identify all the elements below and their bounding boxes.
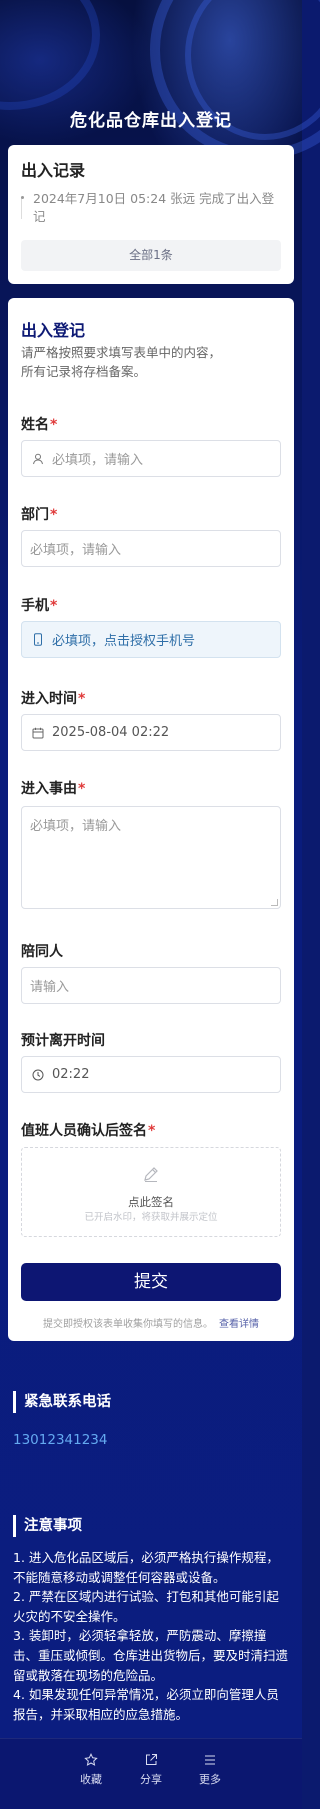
name-input[interactable]: 必填项，请输入 [21,440,281,477]
phone-label: 手机* [21,598,58,614]
notice-item: 1. 进入危化品区域后，必须严格执行操作规程，不能随意移动或调整任何容器或设备。 [13,1550,279,1585]
share-icon [146,1754,157,1765]
reason-textarea[interactable]: 必填项，请输入 [21,806,281,909]
entry-time-label: 进入时间* [21,691,86,707]
signature-pad[interactable]: 点此签名 已开启水印，将获取并展示定位 [21,1147,281,1237]
record-item: 2024年7月10日 05:24 张远 完成了出入登记 [33,191,275,224]
resize-handle[interactable] [271,899,278,906]
menu-icon [205,1755,215,1765]
record-timeline [21,197,22,219]
pen-icon [142,1165,160,1187]
record-dot [21,196,24,199]
all-records-button[interactable]: 全部1条 [21,240,281,271]
signature-hint: 已开启水印，将获取并展示定位 [84,1212,218,1223]
name-label: 姓名* [21,417,58,433]
records-card: 出入记录 2024年7月10日 05:24 张远 完成了出入登记 全部1条 [8,145,294,284]
department-label: 部门* [21,507,58,523]
entry-time-picker[interactable]: 2025-08-04 02:22 [21,714,281,751]
tab-favorite[interactable]: 收藏 [61,1753,121,1787]
leave-time-picker[interactable]: 02:22 [21,1056,281,1093]
mobile-icon [30,632,46,648]
records-title: 出入记录 [21,161,86,180]
signature-label: 值班人员确认后签名* [21,1123,156,1139]
page-title: 危化品仓库出入登记 [70,111,232,131]
companion-input[interactable]: 请输入 [21,967,281,1004]
submit-button[interactable]: 提交 [21,1263,281,1301]
consent-note: 提交即授权该表单收集你填写的信息。 查看详情 [43,1319,259,1330]
star-icon [84,1753,98,1766]
reason-label: 进入事由* [21,781,86,797]
bottom-tabbar: 收藏 分享 更多 [0,1738,302,1809]
phone-authorize-button[interactable]: 必填项，点击授权手机号 [21,621,281,658]
emergency-title: 紧急联系电话 [13,1391,111,1413]
signature-action: 点此签名 [128,1195,174,1209]
form-card: 出入登记 请严格按照要求填写表单中的内容， 所有记录将存档备案。 姓名* 必填项… [8,298,294,1341]
companion-label: 陪同人 [21,944,63,960]
user-icon [30,451,46,467]
leave-time-label: 预计离开时间 [21,1033,105,1049]
notice-list: 1. 进入危化品区域后，必须严格执行操作规程，不能随意移动或调整任何容器或设备。… [13,1548,291,1724]
view-details-link[interactable]: 查看详情 [219,1319,259,1330]
form-heading: 出入登记 [21,321,86,340]
tab-share[interactable]: 分享 [121,1753,181,1787]
notice-item: 3. 装卸时，必须轻拿轻放，严防震动、摩擦撞击、重压或倾倒。仓库进出货物后，要及… [13,1628,289,1683]
form-description: 请严格按照要求填写表单中的内容， 所有记录将存档备案。 [21,345,222,379]
tab-more[interactable]: 更多 [180,1753,240,1787]
clock-icon [30,1067,46,1083]
notice-item: 2. 严禁在区域内进行试验、打包和其他可能引起火灾的不安全操作。 [13,1589,279,1624]
notice-title: 注意事项 [13,1515,82,1537]
notice-item: 4. 如果发现任何异常情况，必须立即向管理人员报告，并采取相应的应急措施。 [13,1687,279,1722]
department-input[interactable]: 必填项，请输入 [21,530,281,567]
calendar-icon [30,725,46,741]
emergency-phone-link[interactable]: 13012341234 [13,1432,107,1448]
